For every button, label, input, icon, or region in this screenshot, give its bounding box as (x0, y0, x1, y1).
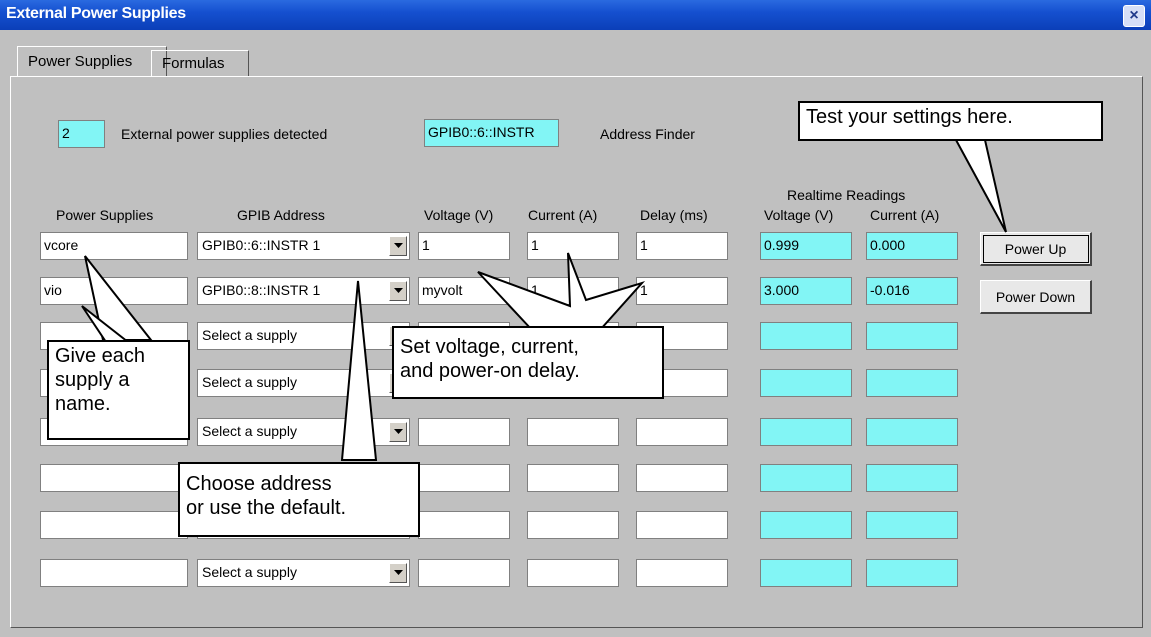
name-callout-pointer-a (84, 255, 154, 341)
address-callout-line-1: Choose address (186, 473, 332, 495)
address-callout-line-2: or use the default. (186, 497, 347, 519)
name-callout-line-3: name. (55, 393, 111, 415)
test-callout-pointer (954, 139, 1007, 233)
name-supply-callout: Give each supply a name. (47, 340, 190, 440)
choose-address-callout: Choose address or use the default. (178, 462, 420, 537)
test-callout-text: Test your settings here. (806, 106, 1013, 128)
set-voltage-callout: Set voltage, current, and power-on delay… (392, 326, 664, 399)
voltage-callout-line-2: and power-on delay. (400, 360, 580, 382)
address-callout-pointer (340, 280, 378, 461)
callout-pointers (81, 139, 1007, 461)
voltage-callout-pointer (477, 252, 646, 331)
external-power-supplies-window: External Power Supplies × Power Supplies… (0, 0, 1151, 637)
name-callout-line-1: Give each (55, 345, 146, 367)
voltage-callout-line-1: Set voltage, current, (400, 336, 579, 358)
test-settings-callout: Test your settings here. (798, 101, 1103, 141)
name-callout-line-2: supply a (55, 369, 130, 391)
